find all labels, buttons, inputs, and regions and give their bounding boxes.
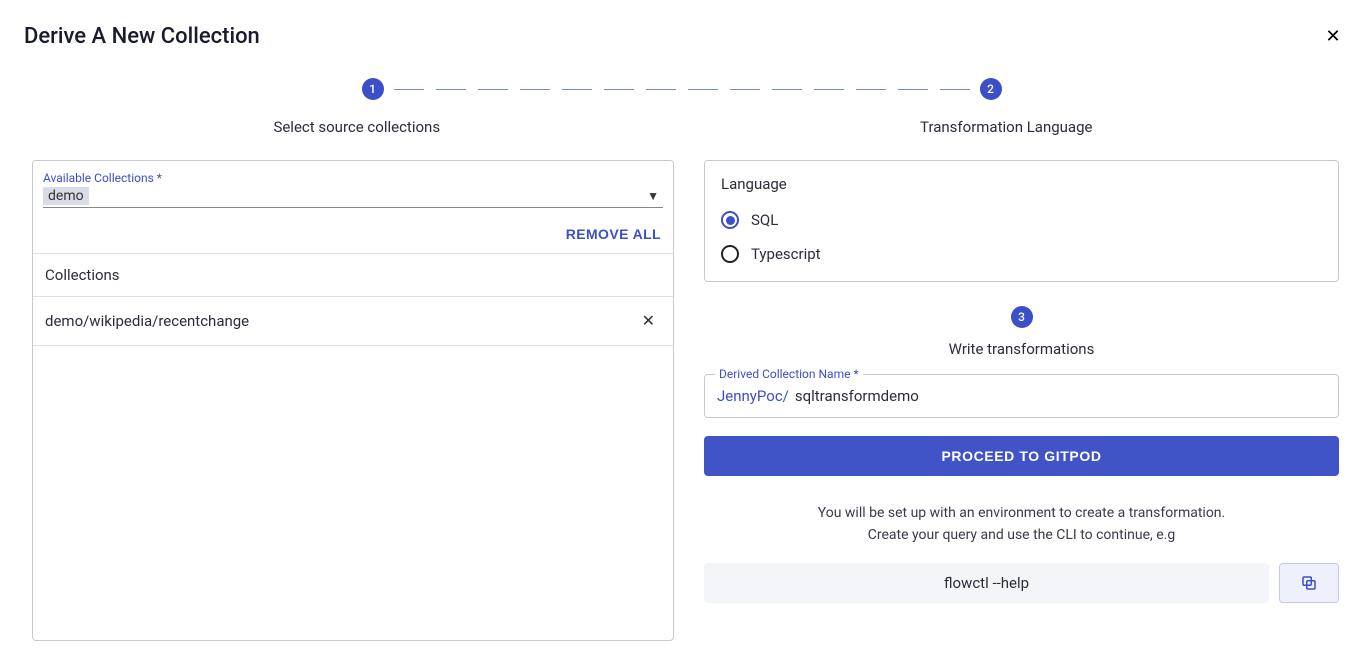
available-collections-select[interactable]: demo ▼: [43, 187, 663, 208]
language-option-label: Typescript: [751, 245, 821, 263]
available-collections-label: Available Collections *: [43, 171, 663, 185]
language-title: Language: [721, 175, 1322, 193]
step-3-badge: 3: [1011, 306, 1033, 328]
page-title: Derive A New Collection: [24, 24, 260, 49]
help-line-2: Create your query and use the CLI to con…: [704, 524, 1339, 546]
copy-icon: [1300, 574, 1318, 592]
close-icon: ✕: [1325, 26, 1340, 47]
help-line-1: You will be set up with an environment t…: [704, 502, 1339, 524]
collection-name: demo/wikipedia/recentchange: [45, 312, 249, 330]
copy-button[interactable]: [1279, 563, 1339, 603]
step-3-label: Write transformations: [704, 340, 1339, 358]
derived-name-label: Derived Collection Name *: [715, 367, 863, 381]
collections-header: Collections: [33, 254, 673, 297]
step-labels: Select source collections Transformation…: [32, 118, 1331, 136]
remove-all-button[interactable]: REMOVE ALL: [566, 226, 661, 242]
remove-collection-button[interactable]: ✕: [636, 311, 661, 331]
derived-name-prefix: JennyPoc/: [717, 387, 789, 405]
step-2-badge: 2: [980, 78, 1002, 100]
step-2-label: Transformation Language: [682, 118, 1332, 136]
language-option-typescript[interactable]: Typescript: [721, 245, 1322, 263]
language-panel: Language SQL Typescript: [704, 160, 1339, 282]
collections-panel: Available Collections * demo ▼ REMOVE AL…: [32, 160, 674, 641]
step-1-badge: 1: [362, 78, 384, 100]
cli-command-box: flowctl --help: [704, 563, 1269, 603]
cli-command-text: flowctl --help: [944, 574, 1029, 592]
radio-unchecked-icon: [721, 245, 739, 263]
help-text: You will be set up with an environment t…: [704, 502, 1339, 547]
step-1-label: Select source collections: [32, 118, 682, 136]
dropdown-caret-icon: ▼: [647, 189, 663, 203]
derived-name-field[interactable]: Derived Collection Name * JennyPoc/: [704, 374, 1339, 418]
collection-row: demo/wikipedia/recentchange ✕: [33, 297, 673, 346]
language-option-label: SQL: [751, 211, 778, 229]
radio-checked-icon: [721, 211, 739, 229]
language-option-sql[interactable]: SQL: [721, 211, 1322, 229]
close-button[interactable]: ✕: [1321, 24, 1345, 48]
close-icon: ✕: [642, 313, 655, 330]
search-chip[interactable]: demo: [43, 187, 89, 205]
proceed-button[interactable]: PROCEED TO GITPOD: [704, 436, 1339, 476]
stepper-connector: [394, 89, 970, 90]
derived-name-input[interactable]: [795, 387, 1326, 405]
stepper: 1 2: [32, 78, 1331, 100]
